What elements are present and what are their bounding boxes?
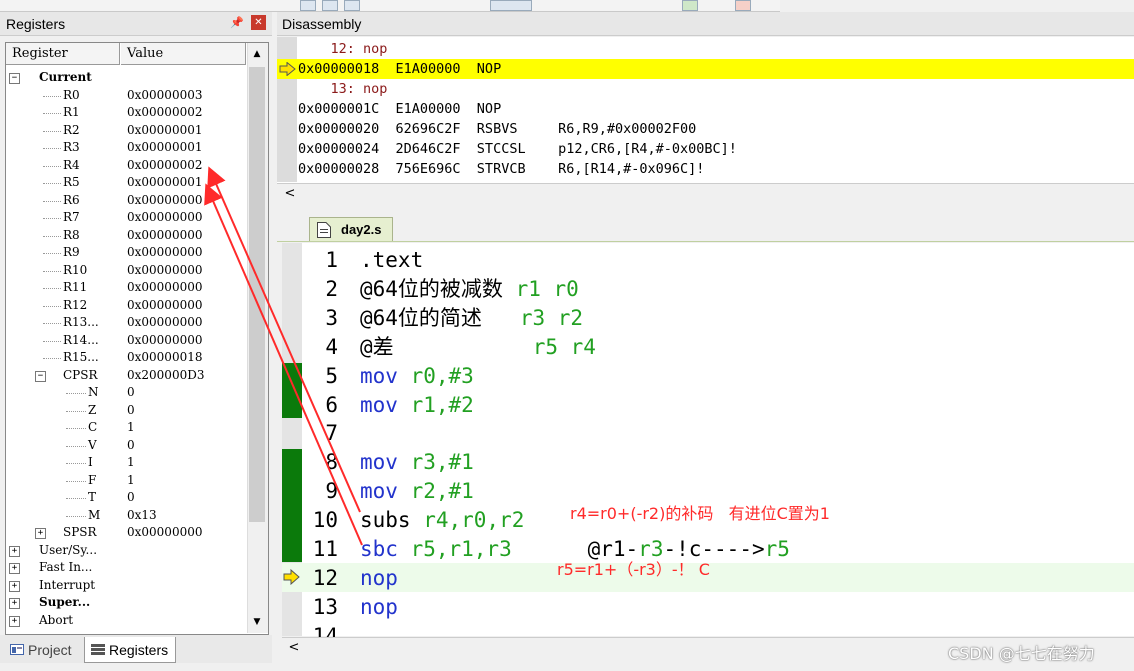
arrow-r4 (207, 166, 361, 513)
arrow-r5 (204, 183, 363, 546)
annotation-arrows (204, 166, 363, 546)
watermark: CSDN @七七在努力 (948, 644, 1095, 663)
